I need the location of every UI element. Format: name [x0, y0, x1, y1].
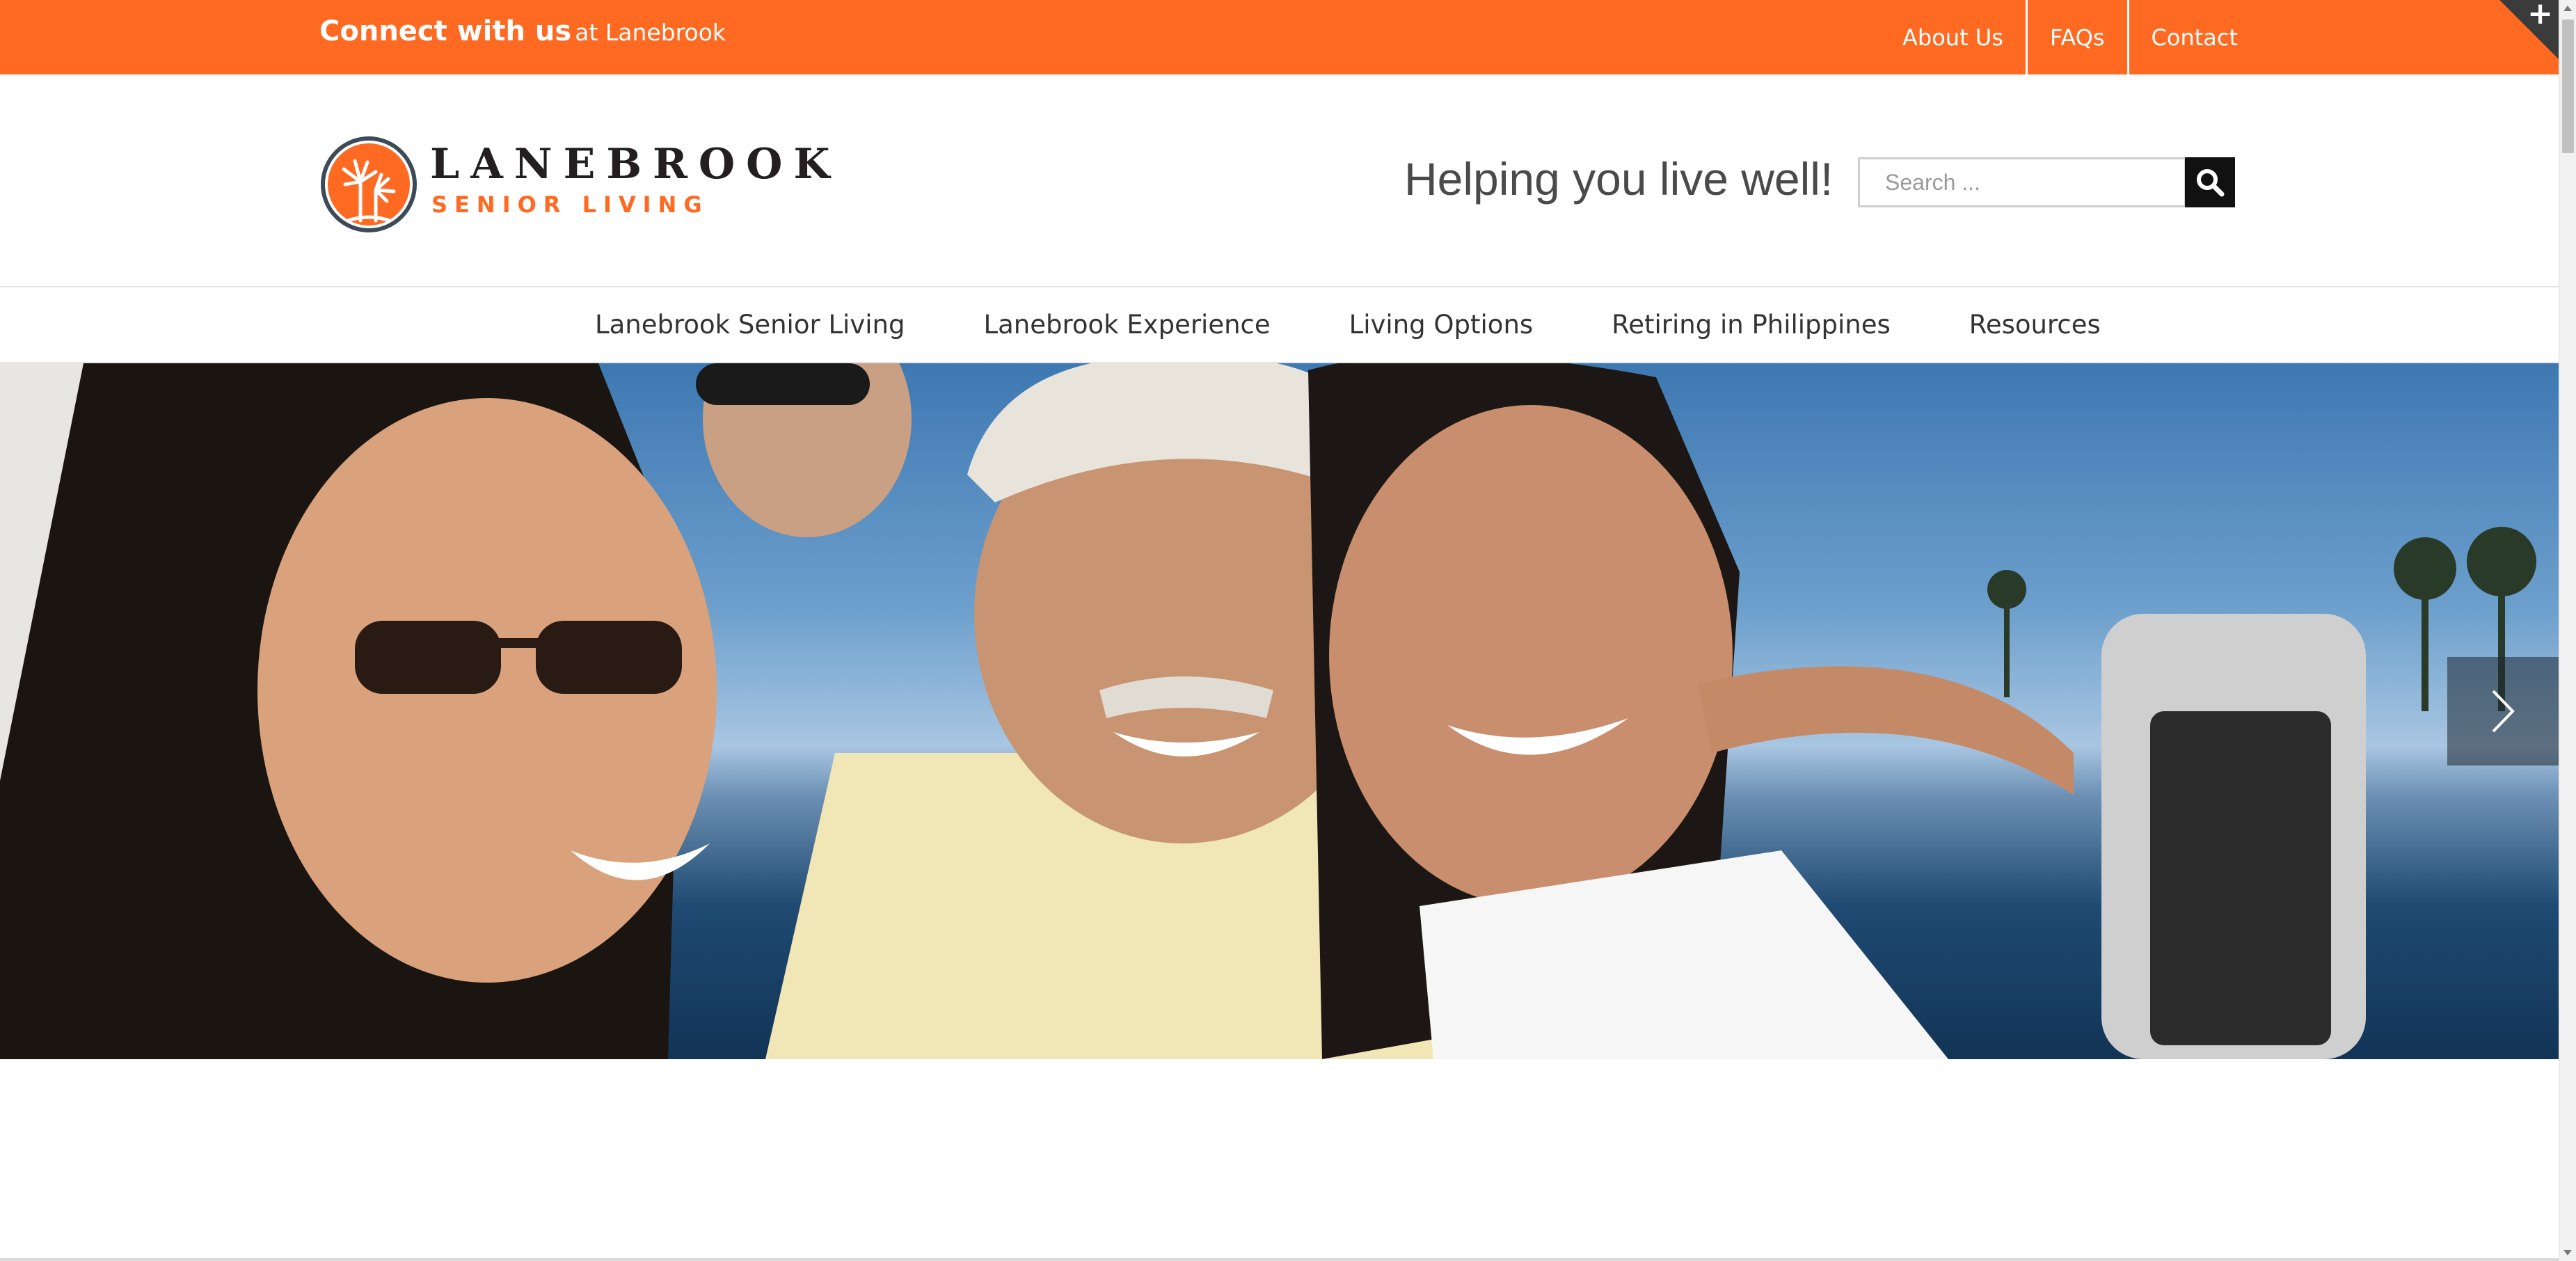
- nav-item-lanebrook-senior-living[interactable]: Lanebrook Senior Living: [595, 310, 905, 340]
- connect-bold: Connect with us: [319, 15, 572, 47]
- slider-next-button[interactable]: [2447, 657, 2559, 766]
- hero-photo: [0, 363, 2536, 1059]
- nav-item-retiring-in-philippines[interactable]: Retiring in Philippines: [1612, 310, 1891, 340]
- content-divider: [0, 1258, 2559, 1261]
- site-logo[interactable]: LANEBROOK SENIOR LIVING: [320, 136, 830, 233]
- tagline: Helping you live well!: [1404, 153, 1834, 205]
- scroll-down-icon[interactable]: [2563, 1250, 2572, 1255]
- logo-wordmark: LANEBROOK: [430, 140, 841, 189]
- search-button[interactable]: [2185, 157, 2235, 207]
- logo-subtitle: SENIOR LIVING: [431, 191, 709, 218]
- search-input[interactable]: [1858, 157, 2186, 207]
- top-link-about-us[interactable]: About Us: [1880, 0, 2028, 74]
- nav-item-lanebrook-experience[interactable]: Lanebrook Experience: [983, 310, 1270, 340]
- connect-text: Connect with us at Lanebrook: [319, 15, 726, 47]
- chevron-right-icon: [2492, 690, 2515, 733]
- top-link-faqs[interactable]: FAQs: [2028, 0, 2129, 74]
- scroll-up-icon[interactable]: [2563, 6, 2572, 11]
- logo-emblem-icon: [321, 136, 417, 232]
- top-bar: Connect with us at Lanebrook About Us FA…: [0, 0, 2559, 74]
- connect-location: at Lanebrook: [575, 19, 726, 46]
- plus-icon: +: [2527, 0, 2553, 31]
- nav-item-living-options[interactable]: Living Options: [1349, 310, 1534, 340]
- hero-slider: [0, 363, 2559, 1059]
- top-link-contact[interactable]: Contact: [2129, 0, 2261, 74]
- main-navigation: Lanebrook Senior Living Lanebrook Experi…: [0, 286, 2559, 363]
- sliding-bar-toggle[interactable]: +: [2499, 0, 2559, 59]
- page-scrollbar[interactable]: [2559, 0, 2576, 1261]
- search-icon: [2197, 169, 2225, 197]
- scrollbar-thumb[interactable]: [2562, 19, 2574, 153]
- nav-item-resources[interactable]: Resources: [1969, 310, 2101, 340]
- top-links: About Us FAQs Contact: [1880, 0, 2260, 74]
- site-header: LANEBROOK SENIOR LIVING Helping you live…: [0, 74, 2559, 286]
